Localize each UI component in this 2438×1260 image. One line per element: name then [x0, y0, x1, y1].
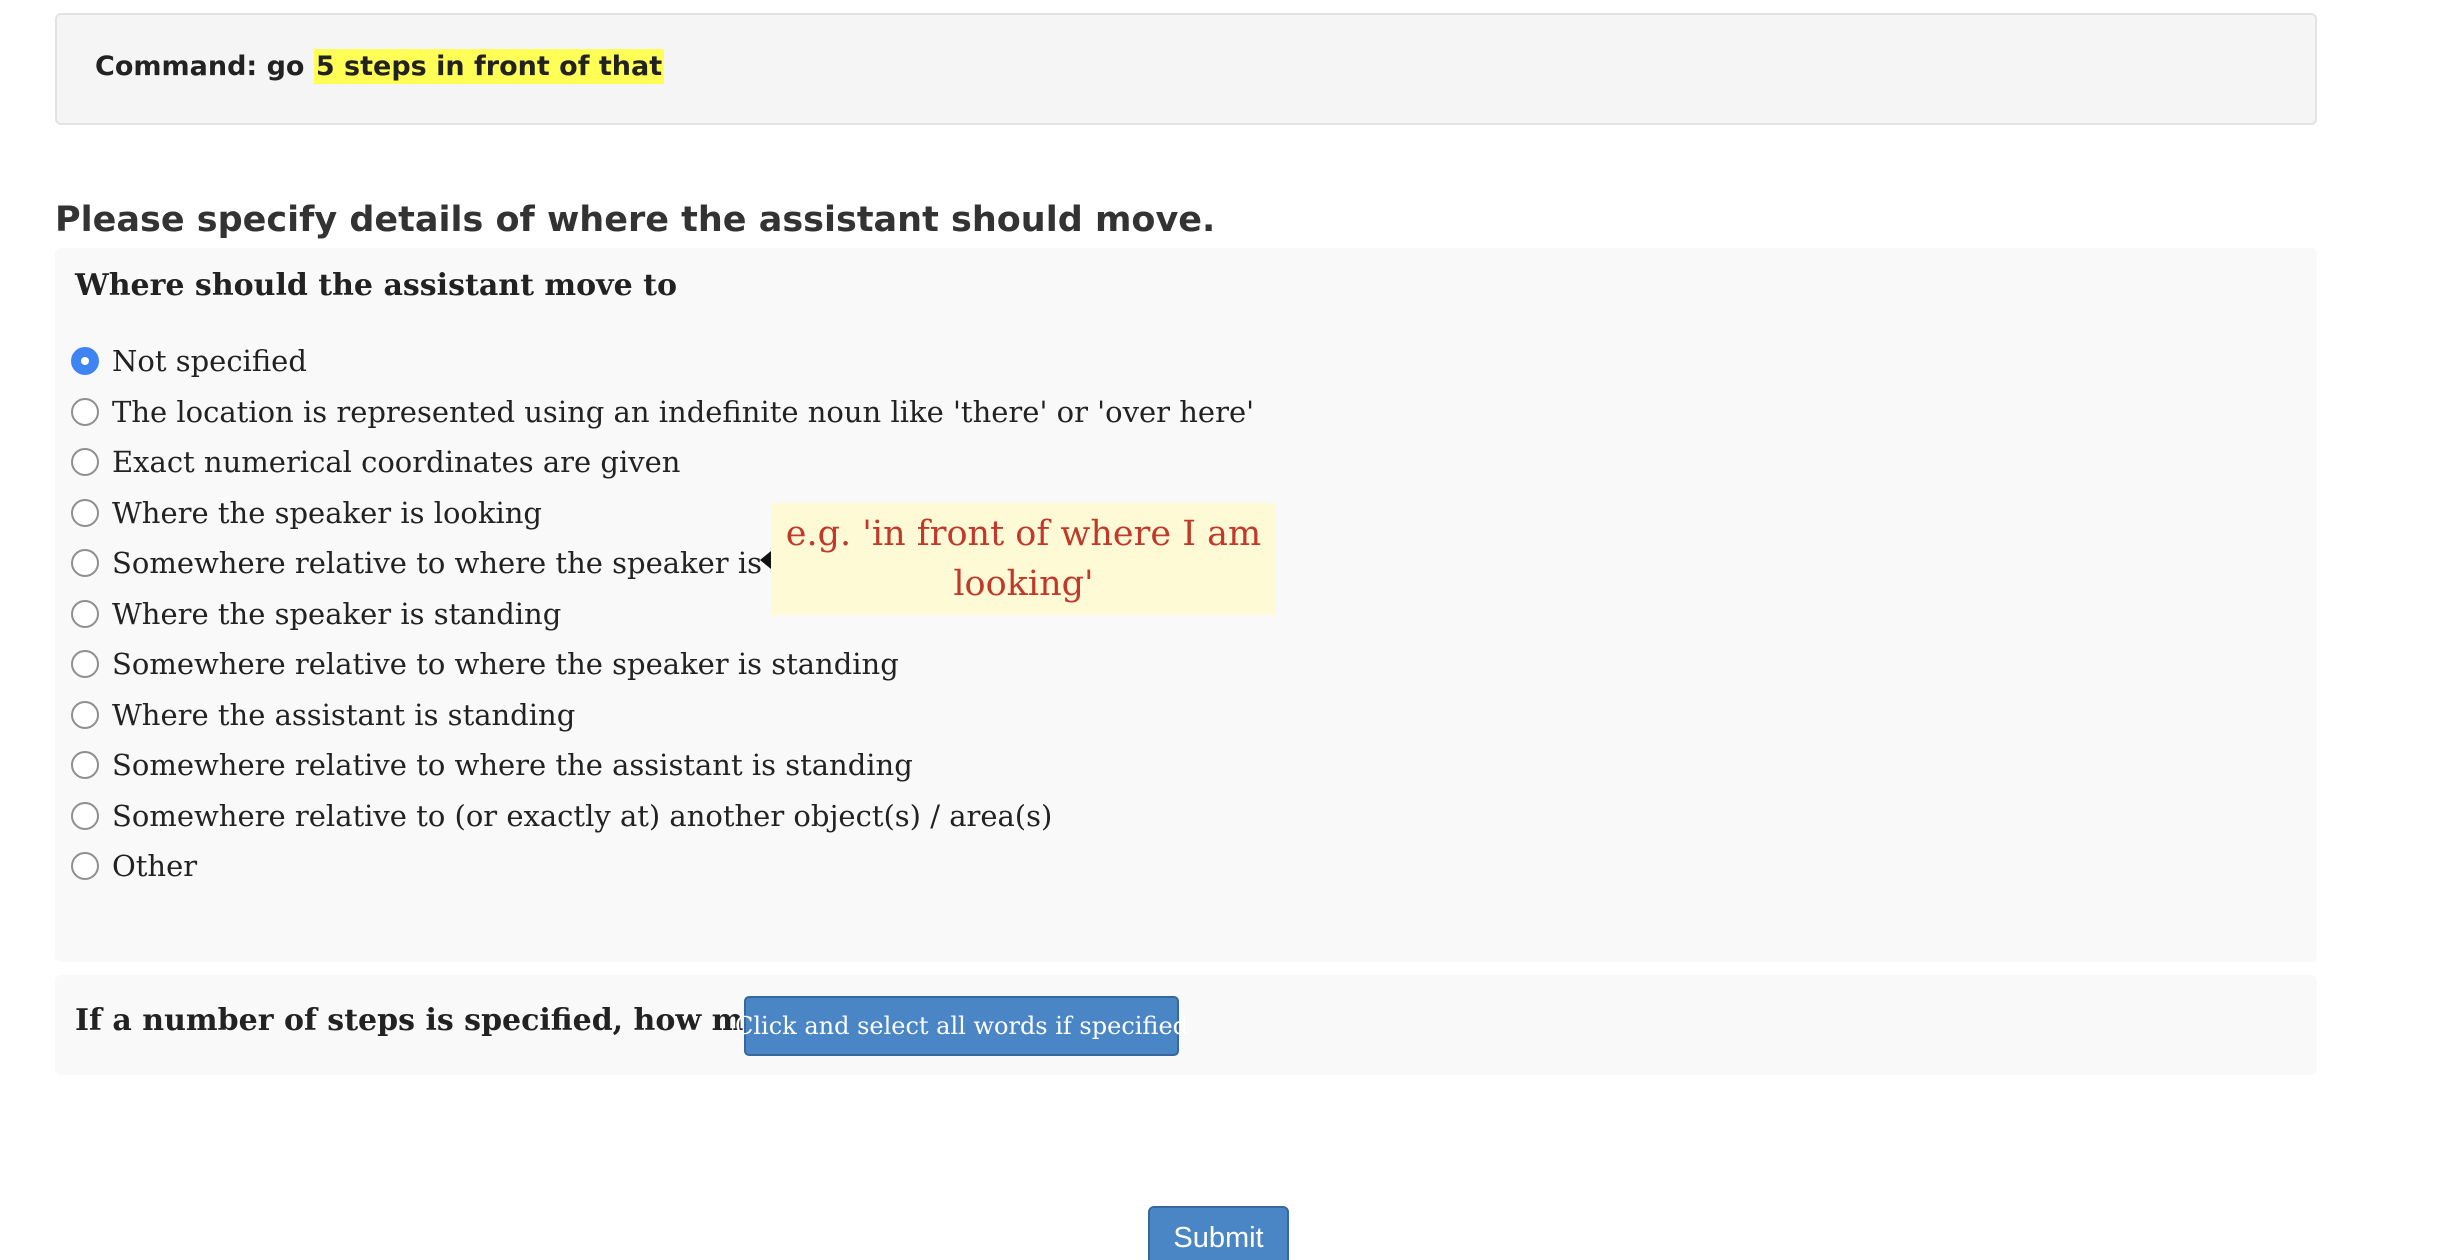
radio-button[interactable]	[71, 852, 99, 881]
radio-button[interactable]	[71, 650, 99, 679]
steps-question-title: If a number of steps is specified, how m…	[75, 1003, 831, 1038]
location-option[interactable]: Somewhere relative to where the speaker …	[71, 639, 1254, 690]
tooltip-arrow-icon	[760, 551, 771, 569]
location-option[interactable]: Somewhere relative to (or exactly at) an…	[71, 791, 1254, 842]
option-label: Somewhere relative to where the speaker …	[112, 647, 899, 682]
page-title: Please specify details of where the assi…	[55, 200, 1216, 240]
location-option[interactable]: Other	[71, 841, 1254, 892]
radio-button[interactable]	[71, 347, 99, 376]
location-option[interactable]: The location is represented using an ind…	[71, 387, 1254, 438]
option-label: Not specified	[112, 344, 307, 379]
option-label: Other	[112, 849, 198, 884]
option-label: Where the speaker is looking	[112, 495, 542, 530]
location-option[interactable]: Not specified	[71, 336, 1254, 387]
command-text: Command: go 5 steps in front of that	[95, 49, 665, 84]
location-option[interactable]: Somewhere relative to where the assistan…	[71, 740, 1254, 791]
command-box: Command: go 5 steps in front of that	[55, 13, 2317, 125]
radio-button[interactable]	[71, 700, 99, 729]
option-label: Where the speaker is standing	[112, 596, 562, 631]
radio-button[interactable]	[71, 498, 99, 527]
select-words-button[interactable]: Click and select all words if specified	[735, 996, 1188, 1056]
hint-tooltip: e.g. 'in front of where I am looking'	[771, 503, 1276, 615]
radio-button[interactable]	[71, 448, 99, 477]
radio-button[interactable]	[71, 549, 99, 578]
option-label: Somewhere relative to (or exactly at) an…	[112, 798, 1053, 833]
location-option[interactable]: Where the assistant is standing	[71, 690, 1254, 741]
radio-button[interactable]	[71, 599, 99, 628]
command-prefix: Command: go	[95, 51, 314, 82]
option-label: The location is represented using an ind…	[112, 394, 1255, 429]
submit-button[interactable]: Submit	[1148, 1206, 1289, 1260]
option-label: Where the assistant is standing	[112, 697, 576, 732]
radio-button[interactable]	[71, 751, 99, 780]
command-highlight: 5 steps in front of that	[313, 49, 665, 84]
option-label: Exact numerical coordinates are given	[112, 445, 681, 480]
radio-button[interactable]	[71, 801, 99, 830]
radio-button[interactable]	[71, 397, 99, 426]
option-label: Somewhere relative to where the assistan…	[112, 748, 913, 783]
location-question-title: Where should the assistant move to	[75, 268, 677, 303]
location-option[interactable]: Exact numerical coordinates are given	[71, 437, 1254, 488]
